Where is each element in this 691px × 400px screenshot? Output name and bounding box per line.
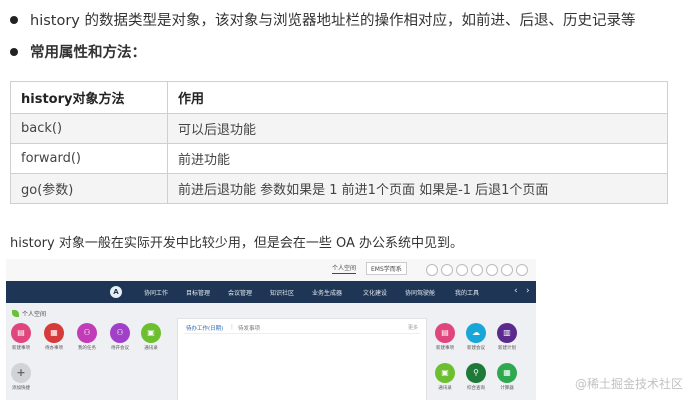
oa-circle-icon: [516, 264, 528, 276]
oa-nav-item: 业务生成器: [312, 290, 343, 297]
oa-app-contacts: ▣ 通讯录: [140, 323, 162, 355]
oa-circle-icon: [441, 264, 453, 276]
oa-panel-divider: [184, 333, 420, 334]
table-header-row: history对象方法 作用: [10, 81, 668, 114]
oa-app-icon: ▥: [497, 323, 517, 343]
oa-nav-item: 目标管理: [186, 290, 211, 297]
oa-app-icon: ☁: [466, 323, 486, 343]
oa-app-meetings: ⚇ 待开会议: [109, 323, 131, 355]
oa-logo-icon: A: [110, 286, 122, 298]
oa-circle-icon: [471, 264, 483, 276]
oa-app-label: 待办事项: [45, 346, 63, 351]
oa-section-title-text: 个人空间: [22, 311, 47, 318]
leaf-icon: [12, 310, 19, 317]
oa-app-label: 新建事项: [436, 346, 454, 351]
history-methods-table: history对象方法 作用 back() 可以后退功能 forward() 前…: [10, 81, 668, 204]
oa-app-icon: ▣: [435, 363, 455, 383]
oa-app-label: 待开会议: [111, 346, 129, 351]
oa-app-label: 新建计划: [498, 346, 516, 351]
oa-app-label: 新建事项: [12, 346, 30, 351]
oa-app-label: 通讯录: [438, 386, 452, 391]
oa-top-bar: 个人空间 EMS学而系: [6, 259, 536, 281]
table-header-purpose: 作用: [167, 81, 668, 114]
oa-panel-tab-sent: 待发事项: [238, 326, 261, 332]
oa-app-todo: ▦ 待办事项: [43, 323, 65, 355]
oa-nav-bar: A 协同工作 目标管理 会议管理 知识社区 业务生成器 文化建设 协同驾驶舱 我…: [6, 281, 536, 303]
oa-app-my-tasks: ⚇ 我的任务: [76, 323, 98, 355]
bullet-text: 常用属性和方法：: [30, 45, 146, 61]
bullet-history-intro: history 的数据类型是对象，该对象与浏览器地址栏的操作相对应，如前进、后退…: [10, 9, 635, 30]
oa-panel-separator: |: [231, 324, 233, 330]
add-icon: +: [11, 363, 31, 383]
oa-app-calculator: ▦ 计算器: [496, 363, 518, 395]
oa-nav-item: 知识社区: [270, 290, 295, 297]
table-row: back() 可以后退功能: [10, 113, 668, 144]
oa-app-add-shortcut: + 添加快捷: [10, 363, 32, 395]
oa-app-new-meeting: ☁ 新建会议: [465, 323, 487, 355]
oa-app-label: 新建会议: [467, 346, 485, 351]
oa-next-arrow-icon: ›: [526, 286, 530, 296]
oa-panel-more: 更多: [407, 325, 418, 331]
oa-app-icon: ⚇: [110, 323, 130, 343]
oa-app-new-plan: ▥ 新建计划: [496, 323, 518, 355]
oa-prev-arrow-icon: ‹: [514, 286, 518, 296]
oa-app-contacts-right: ▣ 通讯录: [434, 363, 456, 395]
search-icon: ⚲: [466, 363, 486, 383]
oa-app-icon: ▤: [435, 323, 455, 343]
table-header-method: history对象方法: [10, 81, 168, 114]
calculator-icon: ▦: [497, 363, 517, 383]
oa-nav-item: 协同驾驶舱: [405, 290, 436, 297]
bullet-common-methods: 常用属性和方法：: [10, 41, 146, 62]
table-cell-method: go(参数): [10, 173, 168, 204]
table-cell-purpose: 可以后退功能: [167, 113, 668, 144]
watermark: @稀土掘金技术社区: [574, 377, 683, 391]
oa-tab-personal-space: 个人空间: [332, 265, 357, 274]
oa-app-label: 添加快捷: [12, 386, 30, 391]
oa-nav-item: 我的工具: [455, 290, 480, 297]
table-cell-method: back(): [10, 113, 168, 144]
oa-app-label: 通讯录: [144, 346, 158, 351]
oa-circle-icon: [426, 264, 438, 276]
table-row: go(参数) 前进后退功能 参数如果是 1 前进1个页面 如果是-1 后退1个页…: [10, 173, 668, 204]
table-cell-method: forward(): [10, 143, 168, 174]
bullet-text: history 的数据类型是对象，该对象与浏览器地址栏的操作相对应，如前进、后退…: [30, 13, 636, 29]
oa-circle-icon: [501, 264, 513, 276]
oa-app-new-item-right: ▤ 新建事项: [434, 323, 456, 355]
oa-app-label: 我的任务: [78, 346, 96, 351]
oa-nav-item: 协同工作: [144, 290, 169, 297]
table-cell-purpose: 前进功能: [167, 143, 668, 174]
oa-nav-item: 会议管理: [228, 290, 253, 297]
oa-app-icon: ⚇: [77, 323, 97, 343]
table-cell-purpose: 前进后退功能 参数如果是 1 前进1个页面 如果是-1 后退1个页面: [167, 173, 668, 204]
oa-circle-icon: [456, 264, 468, 276]
oa-app-new-item: ▤ 新建事项: [10, 323, 32, 355]
oa-nav-item: 文化建设: [363, 290, 388, 297]
oa-panel-tab-pending: 待办工作(日期): [186, 326, 224, 332]
oa-app-label: 综合查询: [467, 386, 485, 391]
oa-work-panel: 待办工作(日期) | 待发事项 更多: [177, 318, 427, 400]
oa-app-icon: ▣: [141, 323, 161, 343]
oa-system-screenshot: 个人空间 EMS学而系 A 协同工作 目标管理 会议管理 知识社区 业务生成器 …: [6, 259, 536, 400]
oa-body: 个人空间 ▤ 新建事项 ▦ 待办事项 ⚇ 我的任务 ⚇ 待开会议 ▣ 通讯录 +…: [6, 303, 536, 400]
bullet-dot-icon: [10, 47, 18, 56]
oa-tab-ems: EMS学而系: [366, 262, 407, 275]
oa-circle-icon: [486, 264, 498, 276]
oa-section-title: 个人空间: [12, 309, 46, 318]
bullet-dot-icon: [10, 15, 18, 24]
oa-app-label: 计算器: [500, 386, 514, 391]
oa-app-icon: ▦: [44, 323, 64, 343]
oa-app-icon: ▤: [11, 323, 31, 343]
oa-app-search: ⚲ 综合查询: [465, 363, 487, 395]
table-row: forward() 前进功能: [10, 143, 668, 174]
usage-note: history 对象一般在实际开发中比较少用，但是会在一些 OA 办公系统中见到…: [10, 236, 464, 251]
